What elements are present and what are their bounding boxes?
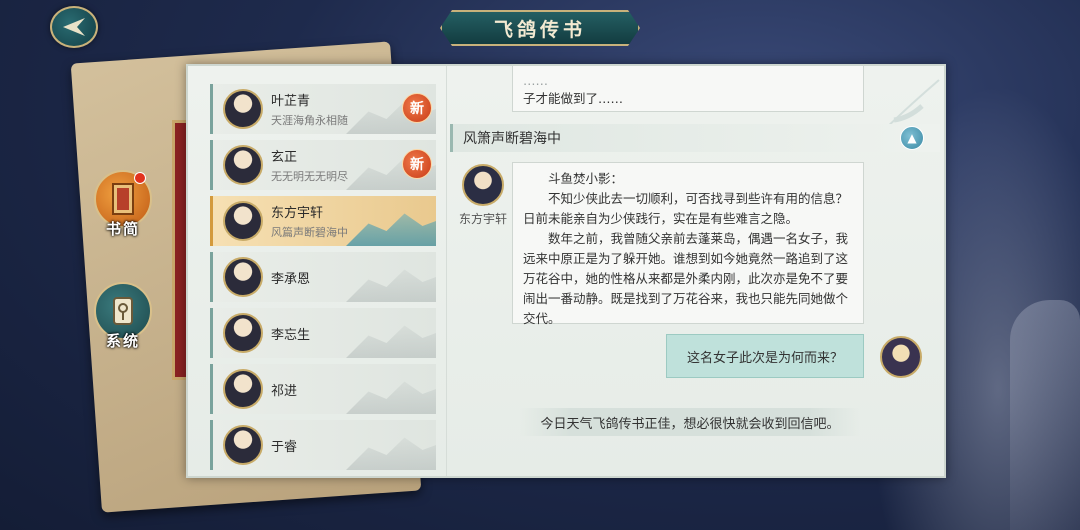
background-figure (1010, 300, 1080, 530)
tab-mail[interactable]: 书简 (90, 170, 156, 244)
contact-list[interactable]: 叶芷青 天涯海角永相随 新 玄正 无无明无无明尽 新 东方宇轩 风篇声断碧海中 (210, 84, 436, 474)
contact-item[interactable]: 玄正 无无明无无明尽 新 (210, 140, 436, 190)
landscape-decoration (346, 269, 436, 302)
contact-name: 李承恩 (271, 271, 311, 287)
contact-item[interactable]: 祁进 (210, 364, 436, 414)
title-banner: 飞鸽传书 (440, 10, 640, 46)
system-note: 今日天气飞鸽传书正佳，想必很快就会收到回信吧。 (520, 408, 860, 436)
page-title: 飞鸽传书 (493, 18, 586, 41)
tab-system[interactable]: 系统 (90, 282, 156, 356)
landscape-decoration (346, 437, 436, 470)
contact-item[interactable]: 叶芷青 天涯海角永相随 新 (210, 84, 436, 134)
contact-name: 叶芷青 (271, 94, 311, 109)
contact-name: 李忘生 (271, 327, 311, 343)
contact-name: 于睿 (271, 439, 298, 455)
contact-name: 东方宇轩 (271, 206, 324, 221)
back-button[interactable] (50, 6, 98, 48)
back-arrow-icon (63, 18, 85, 36)
new-badge: 新 (402, 93, 432, 123)
previous-message-bubble: …… 子才能做到了…… (512, 66, 864, 112)
contact-name: 祁进 (271, 383, 298, 399)
sender-name: 东方宇轩 (458, 212, 507, 226)
message-paragraph: 不知少侠此去一切顺利，可否找寻到些许有用的信息？日前未能亲自为少侠践行，实在是有… (523, 191, 849, 226)
sender: 东方宇轩 (450, 164, 516, 227)
divider (446, 66, 447, 476)
landscape-decoration (346, 213, 436, 246)
previous-message-text: 子才能做到了…… (523, 91, 624, 106)
contact-status: 风篇声断碧海中 (271, 226, 348, 239)
avatar (223, 89, 263, 129)
reply-option-bubble[interactable]: 这名女子此次是为何而来？ (666, 334, 864, 378)
tab-system-label: 系统 (105, 332, 140, 350)
contact-item-selected[interactable]: 东方宇轩 风篇声断碧海中 (210, 196, 436, 246)
avatar (223, 257, 263, 297)
incoming-message-bubble: 斗鱼焚小影： 不知少侠此去一切顺利，可否找寻到些许有用的信息？日前未能亲自为少侠… (512, 162, 864, 326)
contact-name: 玄正 (271, 150, 298, 165)
contact-status: 无无明无无明尽 (271, 170, 348, 183)
contact-item[interactable]: 李忘生 (210, 308, 436, 358)
system-note-text: 今日天气飞鸽传书正佳，想必很快就会收到回信吧。 (540, 416, 840, 432)
mail-panel: 叶芷青 天涯海角永相随 新 玄正 无无明无无明尽 新 东方宇轩 风篇声断碧海中 (186, 64, 946, 478)
notification-dot (134, 172, 146, 184)
avatar (223, 145, 263, 185)
contact-item[interactable]: 于睿 (210, 420, 436, 470)
chevron-up-icon: ▲ (907, 131, 917, 145)
player-avatar (880, 336, 922, 378)
contact-item[interactable]: 李承恩 (210, 252, 436, 302)
message-paragraph: 数年之前，我曾随父亲前去蓬莱岛，偶遇一名女子，我远来中原正是为了躲开她。谁想到如… (523, 231, 849, 326)
tab-mail-label: 书简 (105, 220, 140, 238)
new-badge: 新 (402, 149, 432, 179)
avatar (223, 313, 263, 353)
avatar (223, 425, 263, 465)
collapse-button[interactable]: ▲ (900, 126, 924, 150)
contact-status: 天涯海角永相随 (271, 114, 348, 127)
thread-header[interactable]: 风箫声断碧海中 ▲ (450, 124, 940, 152)
avatar (223, 201, 263, 241)
landscape-decoration (346, 325, 436, 358)
chat-area[interactable]: …… 子才能做到了…… 风箫声断碧海中 ▲ 东方宇轩 斗鱼焚小影： 不知少侠此去… (450, 66, 944, 476)
message-greeting: 斗鱼焚小影： (548, 171, 624, 186)
avatar (223, 369, 263, 409)
sender-avatar (462, 164, 504, 206)
thread-title: 风箫声断碧海中 (463, 131, 561, 147)
reply-text: 这名女子此次是为何而来？ (686, 350, 843, 366)
landscape-decoration (346, 381, 436, 414)
